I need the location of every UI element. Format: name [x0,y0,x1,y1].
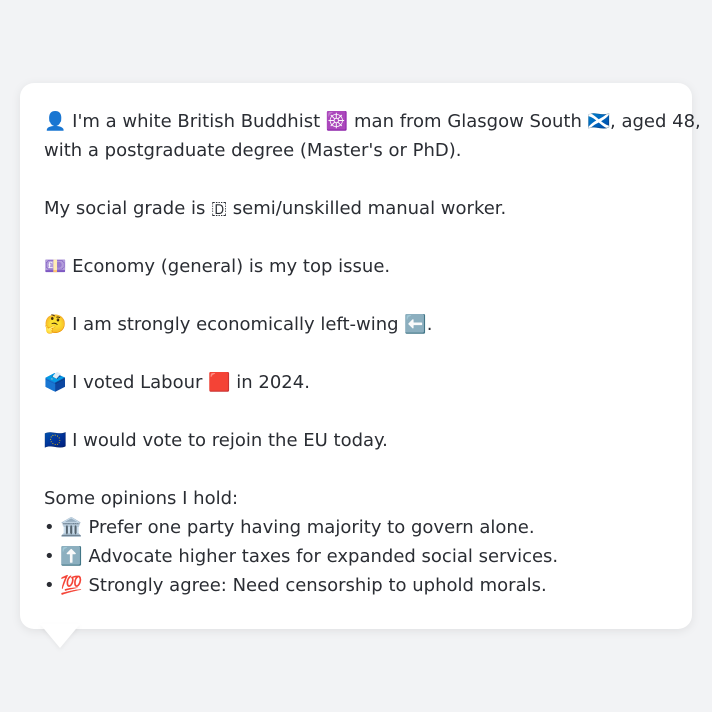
intro-line-2: with a postgraduate degree (Master's or … [44,140,462,161]
eu-stance-text: 🇪🇺 I would vote to rejoin the EU today. [44,430,388,451]
speech-bubble-tail [40,624,80,648]
opinions-heading: Some opinions I hold: [44,488,239,509]
opinion-item: • ⬆️ Advocate higher taxes for expanded … [44,546,559,567]
persona-speech-bubble: 👤 I'm a white British Buddhist ☸️ man fr… [20,83,701,629]
economic-position-text: 🤔 I am strongly economically left-wing ⬅… [44,314,433,335]
vote-2024-text: 🗳️ I voted Labour 🟥 in 2024. [44,372,310,393]
social-grade-text: My social grade is 🇩 semi/unskilled manu… [44,198,507,219]
intro-line-1: 👤 I'm a white British Buddhist ☸️ man fr… [44,111,701,132]
intro-paragraph: 👤 I'm a white British Buddhist ☸️ man fr… [44,107,701,165]
opinion-item: • 🏛️ Prefer one party having majority to… [44,517,535,538]
top-issue-text: 💷 Economy (general) is my top issue. [44,256,391,277]
opinion-item: • 💯 Strongly agree: Need censorship to u… [44,575,547,596]
opinions-section: Some opinions I hold: • 🏛️ Prefer one pa… [44,484,668,600]
